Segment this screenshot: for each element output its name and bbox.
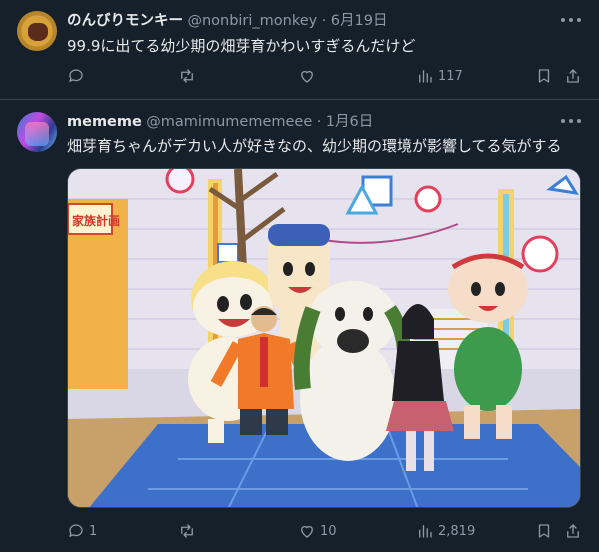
action-bar: 117 [64, 66, 594, 86]
avatar[interactable] [17, 112, 57, 152]
user-handle[interactable]: @nonbiri_monkey [187, 13, 317, 29]
views-count: 117 [438, 68, 463, 84]
tweet-image[interactable]: 家族計画 [67, 168, 581, 508]
retweet-button[interactable] [178, 66, 200, 86]
tweet-text: 畑芽育ちゃんがデカい人が好きなの、幼少期の環境が影響してる気がする [67, 137, 562, 155]
share-button[interactable] [564, 521, 582, 541]
reply-count: 1 [89, 523, 98, 539]
reply-icon [69, 524, 83, 537]
retweet-icon [181, 524, 193, 538]
bookmark-icon [538, 69, 550, 83]
tweet-2[interactable]: mememe @mamimumememeee · 1月6日 畑芽育ちゃんがデカい… [0, 101, 599, 552]
bookmark-button[interactable] [535, 521, 553, 541]
display-name[interactable]: mememe [67, 114, 142, 130]
reply-button[interactable] [67, 66, 89, 86]
tv-set-photo: 家族計画 [68, 169, 580, 507]
tweet-date[interactable]: 6月19日 [331, 13, 388, 29]
like-icon [301, 525, 313, 538]
separator-dot: · [321, 13, 327, 29]
action-bar: 1 10 2,819 [64, 521, 594, 541]
retweet-button[interactable] [178, 521, 200, 541]
share-icon [567, 524, 579, 538]
like-button[interactable]: 10 [298, 521, 337, 541]
user-handle[interactable]: @mamimumememeee [146, 114, 312, 130]
retweet-icon [181, 69, 193, 83]
tweet-date[interactable]: 1月6日 [326, 114, 373, 130]
views-icon [419, 70, 432, 83]
more-options-icon[interactable] [561, 12, 581, 28]
more-options-icon[interactable] [561, 113, 581, 129]
share-button[interactable] [564, 66, 582, 86]
tweet-1[interactable]: のんびりモンキー @nonbiri_monkey · 6月19日 99.9に出て… [0, 0, 599, 100]
tweet-header: のんびりモンキー @nonbiri_monkey · 6月19日 [67, 12, 387, 30]
reply-button[interactable]: 1 [67, 521, 97, 541]
like-count: 10 [320, 523, 337, 539]
avatar[interactable] [17, 11, 57, 51]
reply-icon [69, 69, 83, 82]
set-sign-text: 家族計画 [72, 213, 120, 228]
tweet-header: mememe @mamimumememeee · 1月6日 [67, 113, 373, 131]
separator-dot: · [316, 114, 322, 130]
display-name[interactable]: のんびりモンキー [67, 13, 183, 29]
share-icon [567, 69, 579, 83]
tweet-text: 99.9に出てる幼少期の畑芽育かわいすぎるんだけど [67, 37, 416, 55]
bookmark-button[interactable] [535, 66, 553, 86]
views-icon [419, 525, 432, 538]
like-icon [301, 70, 313, 83]
bookmark-icon [538, 524, 550, 538]
views-button[interactable]: 117 [416, 66, 463, 86]
views-count: 2,819 [438, 523, 476, 539]
like-button[interactable] [298, 66, 320, 86]
views-button[interactable]: 2,819 [416, 521, 475, 541]
